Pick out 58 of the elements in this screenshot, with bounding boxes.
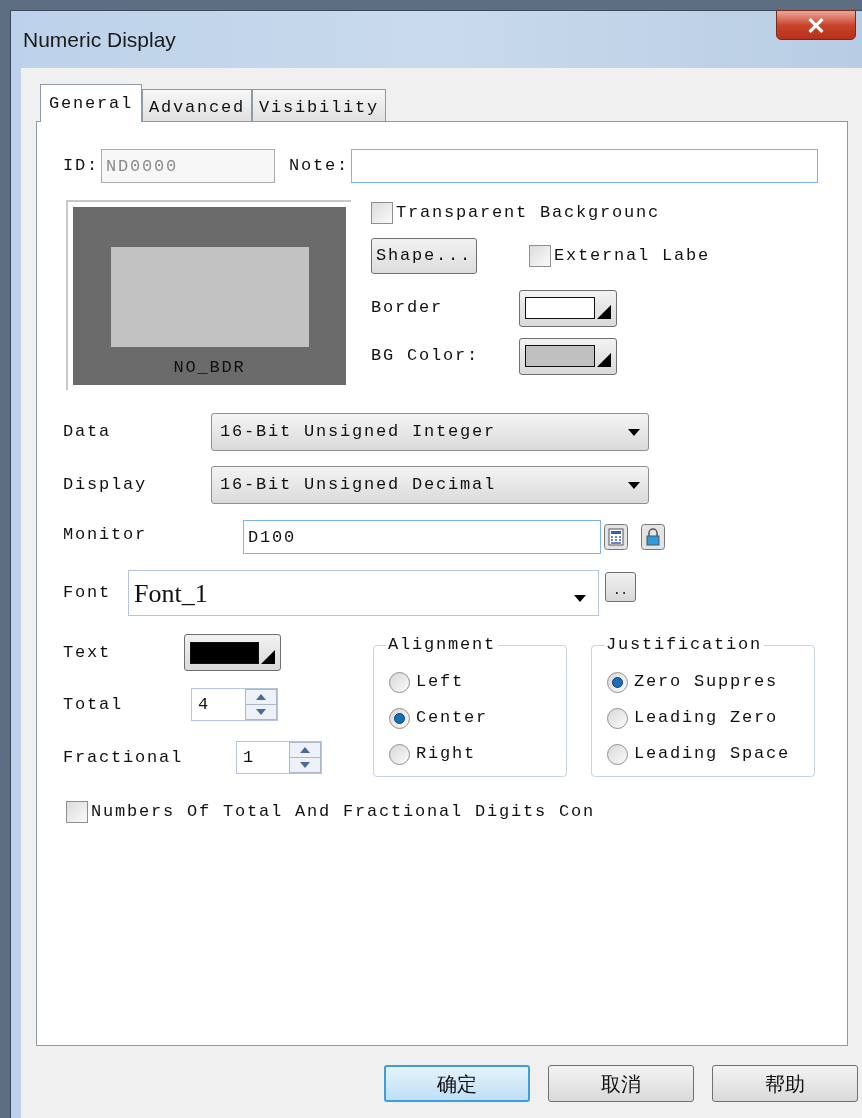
display-format-dropdown[interactable]: 16-Bit Unsigned Decimal (211, 466, 649, 504)
tab[interactable]: Visibility (252, 89, 387, 121)
address-field[interactable]: D100 (243, 520, 601, 554)
radio-label: Right (416, 743, 476, 766)
field-label: Text (63, 641, 112, 664)
radio-button[interactable] (389, 743, 410, 765)
radio-label: Leading Zero (634, 707, 779, 730)
close-button[interactable] (776, 10, 856, 40)
radio-button[interactable] (607, 743, 628, 765)
radio-label: Zero Suppres (634, 671, 779, 694)
browse-button[interactable]: .. (605, 572, 636, 602)
field-label: Note: (289, 155, 350, 178)
dialog-button[interactable]: 确定 (384, 1065, 530, 1102)
field-label: Fractional (63, 746, 185, 769)
checkbox-label: Numbers Of Total And Fractional Digits Con (91, 801, 596, 823)
spinner-field[interactable]: 4 (191, 688, 278, 721)
field-label: Border (371, 297, 444, 320)
radio-button[interactable] (607, 707, 628, 729)
field-label: Display (63, 474, 148, 497)
calculator-icon[interactable] (604, 524, 628, 550)
radio-button[interactable] (389, 707, 410, 729)
field-label: Total (63, 693, 124, 716)
spinner-arrows-icon[interactable] (289, 742, 321, 773)
lock-icon[interactable] (641, 524, 665, 550)
radio-label: Left (416, 671, 464, 694)
data-type-dropdown[interactable]: 16-Bit Unsigned Integer (211, 413, 649, 451)
caret-icon (628, 428, 640, 436)
caret-icon (574, 594, 586, 602)
note-field[interactable] (351, 149, 819, 183)
color-picker-button[interactable] (184, 634, 281, 671)
tab[interactable]: General (40, 84, 142, 122)
tab[interactable]: Advanced (142, 89, 253, 121)
font-dropdown[interactable]: Font_1 (128, 570, 599, 616)
caret-icon (628, 481, 640, 489)
checkbox[interactable] (371, 201, 393, 224)
shape-button[interactable]: Shape... (371, 237, 477, 274)
preview-caption: NO_BDR (173, 357, 246, 379)
field-label: Monitor (63, 524, 148, 546)
spinner-arrows-icon[interactable] (245, 689, 277, 720)
checkbox-label: Transparent Backgrounc (396, 202, 661, 224)
color-picker-button[interactable] (519, 289, 617, 327)
field-label: ID: (63, 155, 99, 178)
radio-button[interactable] (389, 671, 410, 693)
checkbox-label: External Labe (554, 244, 711, 267)
close-icon (807, 17, 825, 33)
color-picker-button[interactable] (519, 337, 617, 375)
radio-button[interactable] (607, 671, 628, 693)
window-title: Numeric Display (23, 26, 176, 53)
radio-label: Leading Space (634, 743, 791, 766)
spinner-field[interactable]: 1 (236, 741, 322, 774)
dialog-button[interactable]: 取消 (548, 1065, 694, 1102)
field-label: BG Color: (371, 345, 480, 368)
checkbox[interactable] (66, 800, 88, 823)
checkbox[interactable] (529, 244, 551, 267)
field-label: Data (63, 421, 112, 444)
radio-label: Center (416, 707, 488, 730)
dialog-button[interactable]: 帮助 (712, 1065, 858, 1102)
field-label: Font (63, 582, 112, 605)
